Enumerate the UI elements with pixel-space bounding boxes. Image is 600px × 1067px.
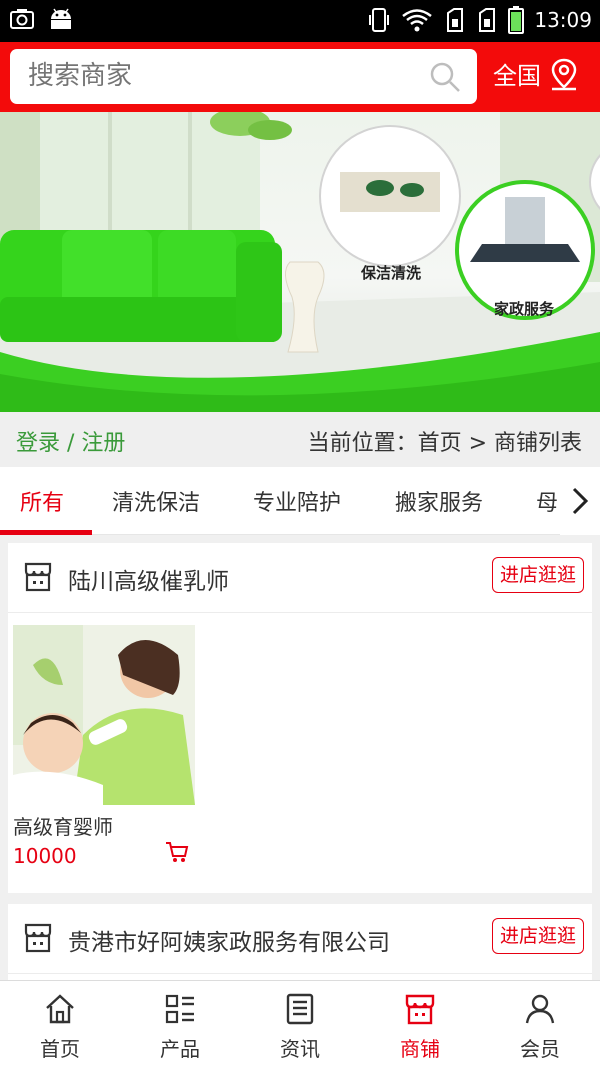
banner-illustration bbox=[0, 112, 600, 412]
sim2-signal-icon bbox=[479, 8, 496, 32]
cart-icon[interactable] bbox=[165, 841, 189, 863]
nav-products[interactable]: 产品 bbox=[120, 981, 240, 1067]
news-icon bbox=[286, 993, 314, 1025]
banner-label-cleaning: 保洁清洗 bbox=[361, 264, 422, 282]
battery-icon bbox=[508, 6, 525, 34]
nav-shops[interactable]: 商铺 bbox=[360, 981, 480, 1067]
location-pin-icon bbox=[551, 58, 577, 90]
nav-news[interactable]: 资讯 bbox=[240, 981, 360, 1067]
bottom-nav: 首页 产品 资讯 商铺 会员 bbox=[0, 980, 600, 1067]
home-icon bbox=[46, 994, 74, 1024]
status-bar: 13:09 bbox=[0, 0, 600, 42]
tab-moving[interactable]: 搬家服务 bbox=[395, 485, 483, 517]
search-input[interactable] bbox=[28, 49, 408, 104]
sim1-signal-icon bbox=[447, 8, 464, 32]
shop-name[interactable]: 陆川高级催乳师 bbox=[68, 562, 229, 596]
store-icon bbox=[24, 923, 52, 953]
search-icon[interactable] bbox=[429, 61, 461, 93]
shop-card-header: 陆川高级催乳师 进店逛逛 bbox=[8, 543, 592, 613]
category-tabs: 所有 清洗保洁 专业陪护 搬家服务 母 bbox=[0, 467, 600, 535]
enter-shop-button[interactable]: 进店逛逛 bbox=[491, 557, 584, 593]
android-icon bbox=[51, 8, 71, 29]
shop-card-header: 贵港市好阿姨家政服务有限公司 进店逛逛 bbox=[8, 904, 592, 974]
active-tab-indicator bbox=[0, 530, 92, 535]
banner-label-housekeeping: 家政服务 bbox=[494, 300, 555, 318]
shop-card: 陆川高级催乳师 进店逛逛 高级育婴师 10000 bbox=[8, 543, 592, 893]
tabs-scroll-right-button[interactable] bbox=[560, 467, 600, 535]
nav-label: 首页 bbox=[40, 1037, 80, 1061]
login-register-link[interactable]: 登录 / 注册 bbox=[16, 425, 125, 457]
shop-name[interactable]: 贵港市好阿姨家政服务有限公司 bbox=[68, 923, 390, 957]
screenshot-icon bbox=[10, 9, 34, 29]
nav-label: 商铺 bbox=[400, 1037, 440, 1061]
chevron-right-icon bbox=[572, 487, 589, 515]
product-card[interactable]: 高级育婴师 10000 bbox=[13, 625, 195, 868]
clock: 13:09 bbox=[534, 8, 592, 32]
search-header: 全国 bbox=[0, 42, 600, 112]
location-bar: 登录 / 注册 当前位置：首页 > 商铺列表 bbox=[0, 412, 600, 467]
nav-label: 资讯 bbox=[280, 1037, 320, 1061]
tab-nursing[interactable]: 专业陪护 bbox=[253, 485, 341, 517]
user-icon bbox=[525, 994, 555, 1024]
tab-maternal[interactable]: 母 bbox=[536, 485, 560, 517]
nav-label: 产品 bbox=[160, 1037, 200, 1061]
enter-shop-button[interactable]: 进店逛逛 bbox=[491, 918, 584, 954]
breadcrumb: 当前位置：首页 > 商铺列表 bbox=[307, 431, 582, 456]
region-selector[interactable]: 全国 bbox=[493, 56, 579, 91]
store-icon bbox=[24, 562, 52, 592]
nav-member[interactable]: 会员 bbox=[480, 981, 600, 1067]
tab-cleaning[interactable]: 清洗保洁 bbox=[112, 485, 200, 517]
store-icon bbox=[405, 994, 435, 1025]
tab-all[interactable]: 所有 bbox=[20, 485, 64, 517]
product-name: 高级育婴师 bbox=[13, 815, 113, 839]
wifi-icon bbox=[402, 9, 433, 32]
shop-card: 贵港市好阿姨家政服务有限公司 进店逛逛 bbox=[8, 904, 592, 980]
region-label: 全国 bbox=[493, 62, 541, 90]
nav-label: 会员 bbox=[520, 1037, 560, 1061]
nav-home[interactable]: 首页 bbox=[0, 981, 120, 1067]
product-image[interactable] bbox=[13, 625, 195, 805]
promo-banner[interactable]: 保洁清洗 家政服务 bbox=[0, 112, 600, 412]
search-box[interactable] bbox=[10, 49, 477, 104]
vibrate-icon bbox=[369, 8, 390, 32]
grid-list-icon bbox=[165, 994, 194, 1024]
